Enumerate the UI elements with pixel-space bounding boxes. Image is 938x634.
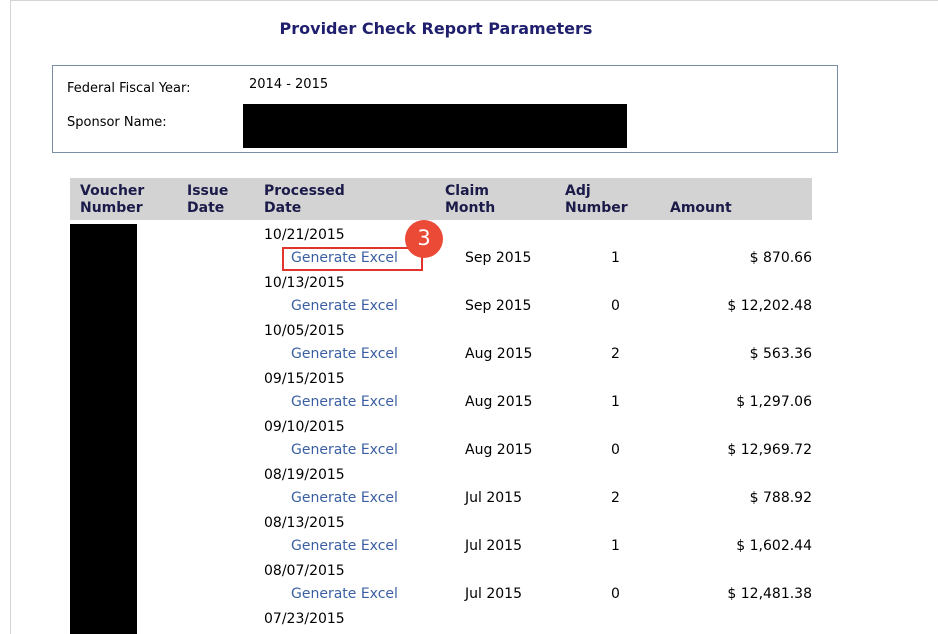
adj-number: 1 xyxy=(611,250,620,266)
sponsor-name-redacted xyxy=(243,104,627,148)
claim-month: Aug 2015 xyxy=(465,346,533,362)
claim-month: Jul 2015 xyxy=(465,538,522,554)
generate-excel-link[interactable]: Generate Excel xyxy=(291,394,398,410)
generate-excel-link[interactable]: Generate Excel xyxy=(291,298,398,314)
header-processed-date: Processed Date xyxy=(264,183,345,216)
processed-date: 10/05/2015 xyxy=(264,323,345,339)
claim-month: Jul 2015 xyxy=(465,586,522,602)
processed-date: 07/23/2015 xyxy=(264,611,345,627)
amount: $ 870.66 xyxy=(749,250,812,266)
adj-number: 0 xyxy=(611,442,620,458)
adj-number: 2 xyxy=(611,490,620,506)
claim-month: Jul 2015 xyxy=(465,490,522,506)
amount: $ 1,602.44 xyxy=(736,538,812,554)
fiscal-year-value: 2014 - 2015 xyxy=(249,77,329,92)
header-amount: Amount xyxy=(670,200,732,216)
generate-excel-link[interactable]: Generate Excel xyxy=(291,490,398,506)
adj-number: 1 xyxy=(611,394,620,410)
processed-date: 10/21/2015 xyxy=(264,227,345,243)
generate-excel-link[interactable]: Generate Excel xyxy=(291,586,398,602)
header-claim-month: Claim Month xyxy=(445,183,496,216)
adj-number: 0 xyxy=(611,298,620,314)
amount: $ 12,481.38 xyxy=(727,586,812,602)
processed-date: 08/07/2015 xyxy=(264,563,345,579)
processed-date: 08/19/2015 xyxy=(264,467,345,483)
amount: $ 788.92 xyxy=(749,490,812,506)
processed-date: 09/15/2015 xyxy=(264,371,345,387)
page-title: Provider Check Report Parameters xyxy=(279,19,593,38)
table-header: Voucher Number Issue Date Processed Date… xyxy=(70,178,812,220)
generate-excel-link[interactable]: Generate Excel xyxy=(291,346,398,362)
fiscal-year-label: Federal Fiscal Year: xyxy=(67,81,191,96)
processed-date: 09/10/2015 xyxy=(264,419,345,435)
processed-date: 10/13/2015 xyxy=(264,275,345,291)
sponsor-name-label: Sponsor Name: xyxy=(67,115,167,130)
adj-number: 1 xyxy=(611,538,620,554)
claim-month: Aug 2015 xyxy=(465,394,533,410)
generate-excel-link[interactable]: Generate Excel xyxy=(291,538,398,554)
amount: $ 12,969.72 xyxy=(727,442,812,458)
claim-month: Sep 2015 xyxy=(465,250,532,266)
header-adj-number: Adj Number xyxy=(565,183,628,216)
header-voucher-number: Voucher Number xyxy=(80,183,145,216)
step-number-badge: 3 xyxy=(405,220,443,258)
claim-month: Sep 2015 xyxy=(465,298,532,314)
claim-month: Aug 2015 xyxy=(465,442,533,458)
header-issue-date: Issue Date xyxy=(187,183,229,216)
generate-excel-link[interactable]: Generate Excel xyxy=(291,250,398,266)
processed-date: 08/13/2015 xyxy=(264,515,345,531)
adj-number: 2 xyxy=(611,346,620,362)
amount: $ 12,202.48 xyxy=(727,298,812,314)
amount: $ 1,297.06 xyxy=(736,394,812,410)
parameters-box: Federal Fiscal Year: 2014 - 2015 Sponsor… xyxy=(52,65,838,153)
adj-number: 0 xyxy=(611,586,620,602)
amount: $ 563.36 xyxy=(749,346,812,362)
voucher-numbers-redacted xyxy=(70,224,137,634)
generate-excel-link[interactable]: Generate Excel xyxy=(291,442,398,458)
